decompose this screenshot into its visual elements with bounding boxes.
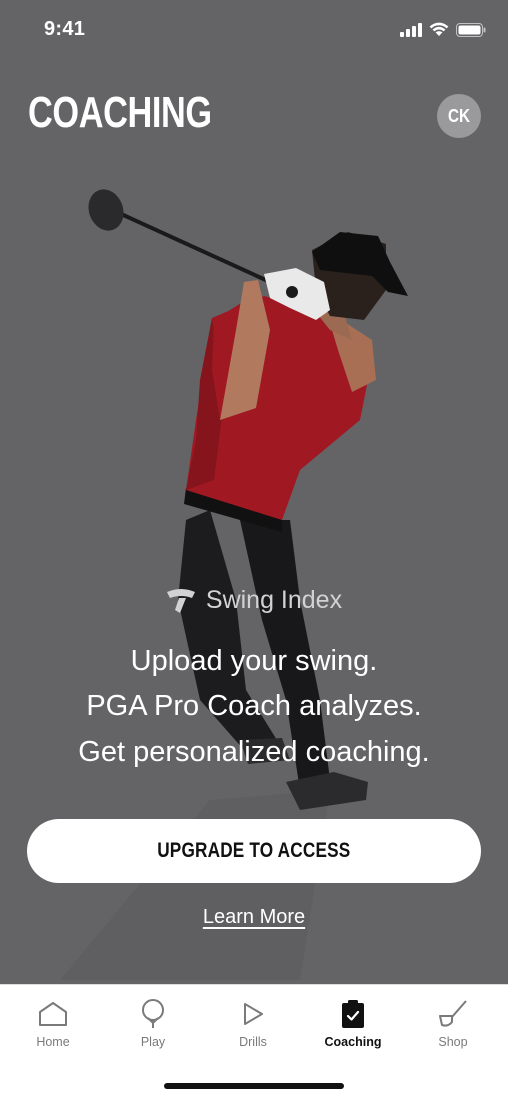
tab-label-coaching: Coaching	[324, 1035, 382, 1049]
clipboard-check-icon	[342, 1000, 364, 1028]
upgrade-button[interactable]: UPGRADE TO ACCESS	[27, 819, 481, 883]
brand-name: Swing Index	[205, 586, 343, 614]
avatar[interactable]: CK	[437, 94, 481, 138]
home-icon	[39, 1002, 67, 1026]
tab-label-play: Play	[140, 1035, 166, 1049]
coaching-screen: 9:41 COACHING CK Swing Index Upload your…	[0, 0, 508, 1100]
tab-drills[interactable]: Drills	[203, 985, 303, 1061]
avatar-initials: CK	[447, 105, 471, 126]
swing-index-brand: Swing Index	[0, 586, 508, 615]
wifi-icon	[429, 22, 449, 36]
tagline-line-2: PGA Pro Coach analyzes.	[86, 690, 422, 722]
tab-label-home: Home	[36, 1035, 70, 1049]
status-time: 9:41	[44, 18, 86, 40]
status-bar: 9:41	[0, 0, 508, 60]
tab-coaching[interactable]: Coaching	[303, 985, 403, 1061]
tab-home[interactable]: Home	[3, 985, 103, 1061]
upgrade-button-label: UPGRADE TO ACCESS	[157, 839, 351, 862]
tagline-line-1: Upload your swing.	[130, 645, 378, 677]
page-title: COACHING	[28, 88, 212, 137]
tab-label-shop: Shop	[438, 1035, 468, 1049]
home-indicator	[164, 1083, 344, 1089]
status-icons	[400, 22, 486, 37]
learn-more: Learn More	[0, 906, 508, 929]
golf-club-icon	[439, 1000, 467, 1027]
battery-icon	[456, 22, 486, 37]
tagline-line-3: Get personalized coaching.	[78, 736, 430, 768]
cellular-signal-icon	[400, 22, 422, 37]
learn-more-link[interactable]: Learn More	[203, 906, 305, 928]
play-icon	[244, 1003, 263, 1025]
taylormade-logo-icon	[166, 588, 195, 613]
tab-label-drills: Drills	[239, 1035, 267, 1049]
pin-icon	[142, 999, 164, 1028]
tab-shop[interactable]: Shop	[403, 985, 503, 1061]
tab-play[interactable]: Play	[103, 985, 203, 1061]
